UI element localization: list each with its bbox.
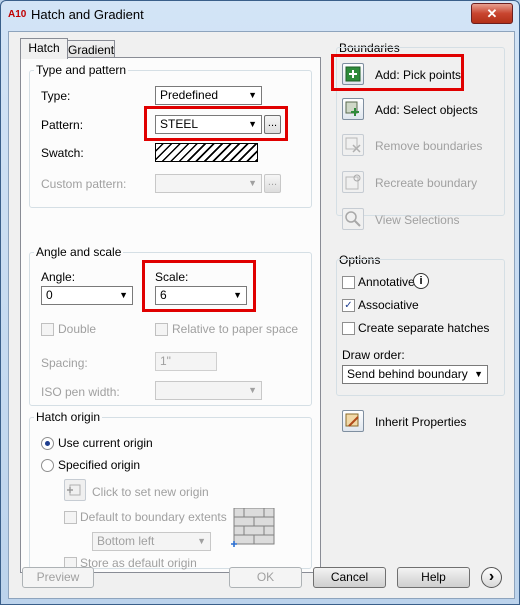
separate-hatches-label: Create separate hatches [358, 321, 490, 335]
custom-pattern-dropdown[interactable]: ▼ [155, 174, 262, 193]
spacing-input[interactable]: 1" [155, 352, 217, 371]
use-current-origin-radio[interactable] [41, 437, 54, 450]
click-to-set-origin-label[interactable]: Click to set new origin [92, 485, 209, 499]
annotative-label: Annotative [358, 275, 415, 289]
store-default-origin-label: Store as default origin [80, 556, 197, 570]
swatch-label: Swatch: [41, 146, 84, 160]
iso-pen-width-dropdown[interactable]: ▼ [155, 381, 262, 400]
type-and-pattern-group: Type and pattern Type: Predefined ▼ Patt… [29, 63, 312, 208]
add-select-objects-icon[interactable] [342, 98, 364, 120]
preview-button[interactable]: Preview [22, 567, 94, 588]
associative-checkbox[interactable]: ✓ [342, 299, 355, 312]
angle-and-scale-title: Angle and scale [34, 245, 124, 259]
angle-value: 0 [46, 288, 53, 302]
recreate-boundary-icon[interactable] [342, 171, 364, 193]
specified-origin-label: Specified origin [58, 458, 141, 472]
spacing-label: Spacing: [41, 356, 88, 370]
help-button[interactable]: Help [397, 567, 470, 588]
autocad-app-icon: A10 [8, 9, 27, 20]
ok-button[interactable]: OK [229, 567, 302, 588]
default-boundary-extents-checkbox[interactable] [64, 511, 77, 524]
remove-boundaries-label[interactable]: Remove boundaries [375, 139, 482, 153]
separate-hatches-checkbox[interactable] [342, 322, 355, 335]
custom-pattern-browse-button[interactable]: ... [264, 174, 281, 193]
chevron-down-icon: ▼ [248, 178, 257, 188]
double-label: Double [58, 322, 97, 336]
angle-label: Angle: [41, 270, 76, 284]
custom-pattern-label: Custom pattern: [41, 177, 127, 191]
info-icon[interactable]: i [413, 273, 429, 289]
scale-highlight-box [142, 260, 256, 312]
use-current-origin-label: Use current origin [58, 436, 153, 450]
inherit-properties-label[interactable]: Inherit Properties [375, 415, 466, 429]
hatch-origin-group: Hatch origin Use current origin Specifie… [29, 410, 312, 570]
relative-paper-space-checkbox[interactable] [155, 323, 168, 336]
more-options-arrow-icon[interactable]: › [481, 567, 502, 588]
magnifier-icon[interactable] [342, 208, 364, 230]
type-and-pattern-title: Type and pattern [34, 63, 129, 77]
dialog-client-area: Hatch Gradient Type and pattern Type: Pr… [8, 31, 515, 599]
chevron-down-icon: ▼ [248, 90, 257, 100]
specified-origin-radio[interactable] [41, 459, 54, 472]
view-selections-label[interactable]: View Selections [375, 213, 460, 227]
radio-selected-dot [45, 441, 50, 446]
iso-pen-width-label: ISO pen width: [41, 385, 120, 399]
dialog-window: A10 Hatch and Gradient ✕ Hatch Gradient … [0, 0, 520, 605]
angle-and-scale-group: Angle and scale Angle: 0 ▼ Scale: 6 ▼ Do… [29, 245, 312, 406]
chevron-down-icon: ▼ [474, 369, 483, 379]
draw-order-label: Draw order: [342, 348, 405, 362]
angle-dropdown[interactable]: 0 ▼ [41, 286, 133, 305]
hatch-tab-panel: Type and pattern Type: Predefined ▼ Patt… [20, 57, 321, 573]
chevron-down-icon: ▼ [248, 385, 257, 395]
pattern-highlight-box [144, 106, 288, 141]
cancel-button[interactable]: Cancel [313, 567, 386, 588]
type-dropdown[interactable]: Predefined ▼ [155, 86, 262, 105]
draw-order-value: Send behind boundary [347, 367, 468, 381]
set-origin-icon[interactable] [64, 479, 86, 501]
origin-position-dropdown[interactable]: Bottom left ▼ [92, 532, 211, 551]
origin-preview-image [231, 507, 275, 548]
double-checkbox[interactable] [41, 323, 54, 336]
draw-order-dropdown[interactable]: Send behind boundary ▼ [342, 365, 488, 384]
pattern-swatch[interactable] [155, 143, 258, 162]
type-label: Type: [41, 89, 71, 103]
annotative-checkbox[interactable] [342, 276, 355, 289]
chevron-down-icon: ▼ [119, 290, 128, 300]
chevron-down-icon: ▼ [197, 536, 206, 546]
add-select-objects-label[interactable]: Add: Select objects [375, 103, 478, 117]
hatch-origin-title: Hatch origin [34, 410, 103, 424]
origin-position-value: Bottom left [97, 534, 155, 548]
recreate-boundary-label[interactable]: Recreate boundary [375, 176, 477, 190]
type-value: Predefined [160, 88, 219, 102]
close-button[interactable]: ✕ [471, 3, 513, 24]
default-boundary-extents-label: Default to boundary extents [80, 510, 227, 524]
pattern-label: Pattern: [41, 118, 84, 132]
remove-boundaries-icon[interactable] [342, 134, 364, 156]
pick-points-highlight-box [331, 54, 464, 91]
associative-label: Associative [358, 298, 419, 312]
window-title: Hatch and Gradient [31, 7, 144, 22]
inherit-properties-icon[interactable] [342, 410, 364, 432]
title-bar[interactable]: A10 Hatch and Gradient ✕ [1, 1, 519, 29]
tab-hatch[interactable]: Hatch [20, 38, 68, 59]
relative-paper-space-label: Relative to paper space [172, 322, 299, 336]
